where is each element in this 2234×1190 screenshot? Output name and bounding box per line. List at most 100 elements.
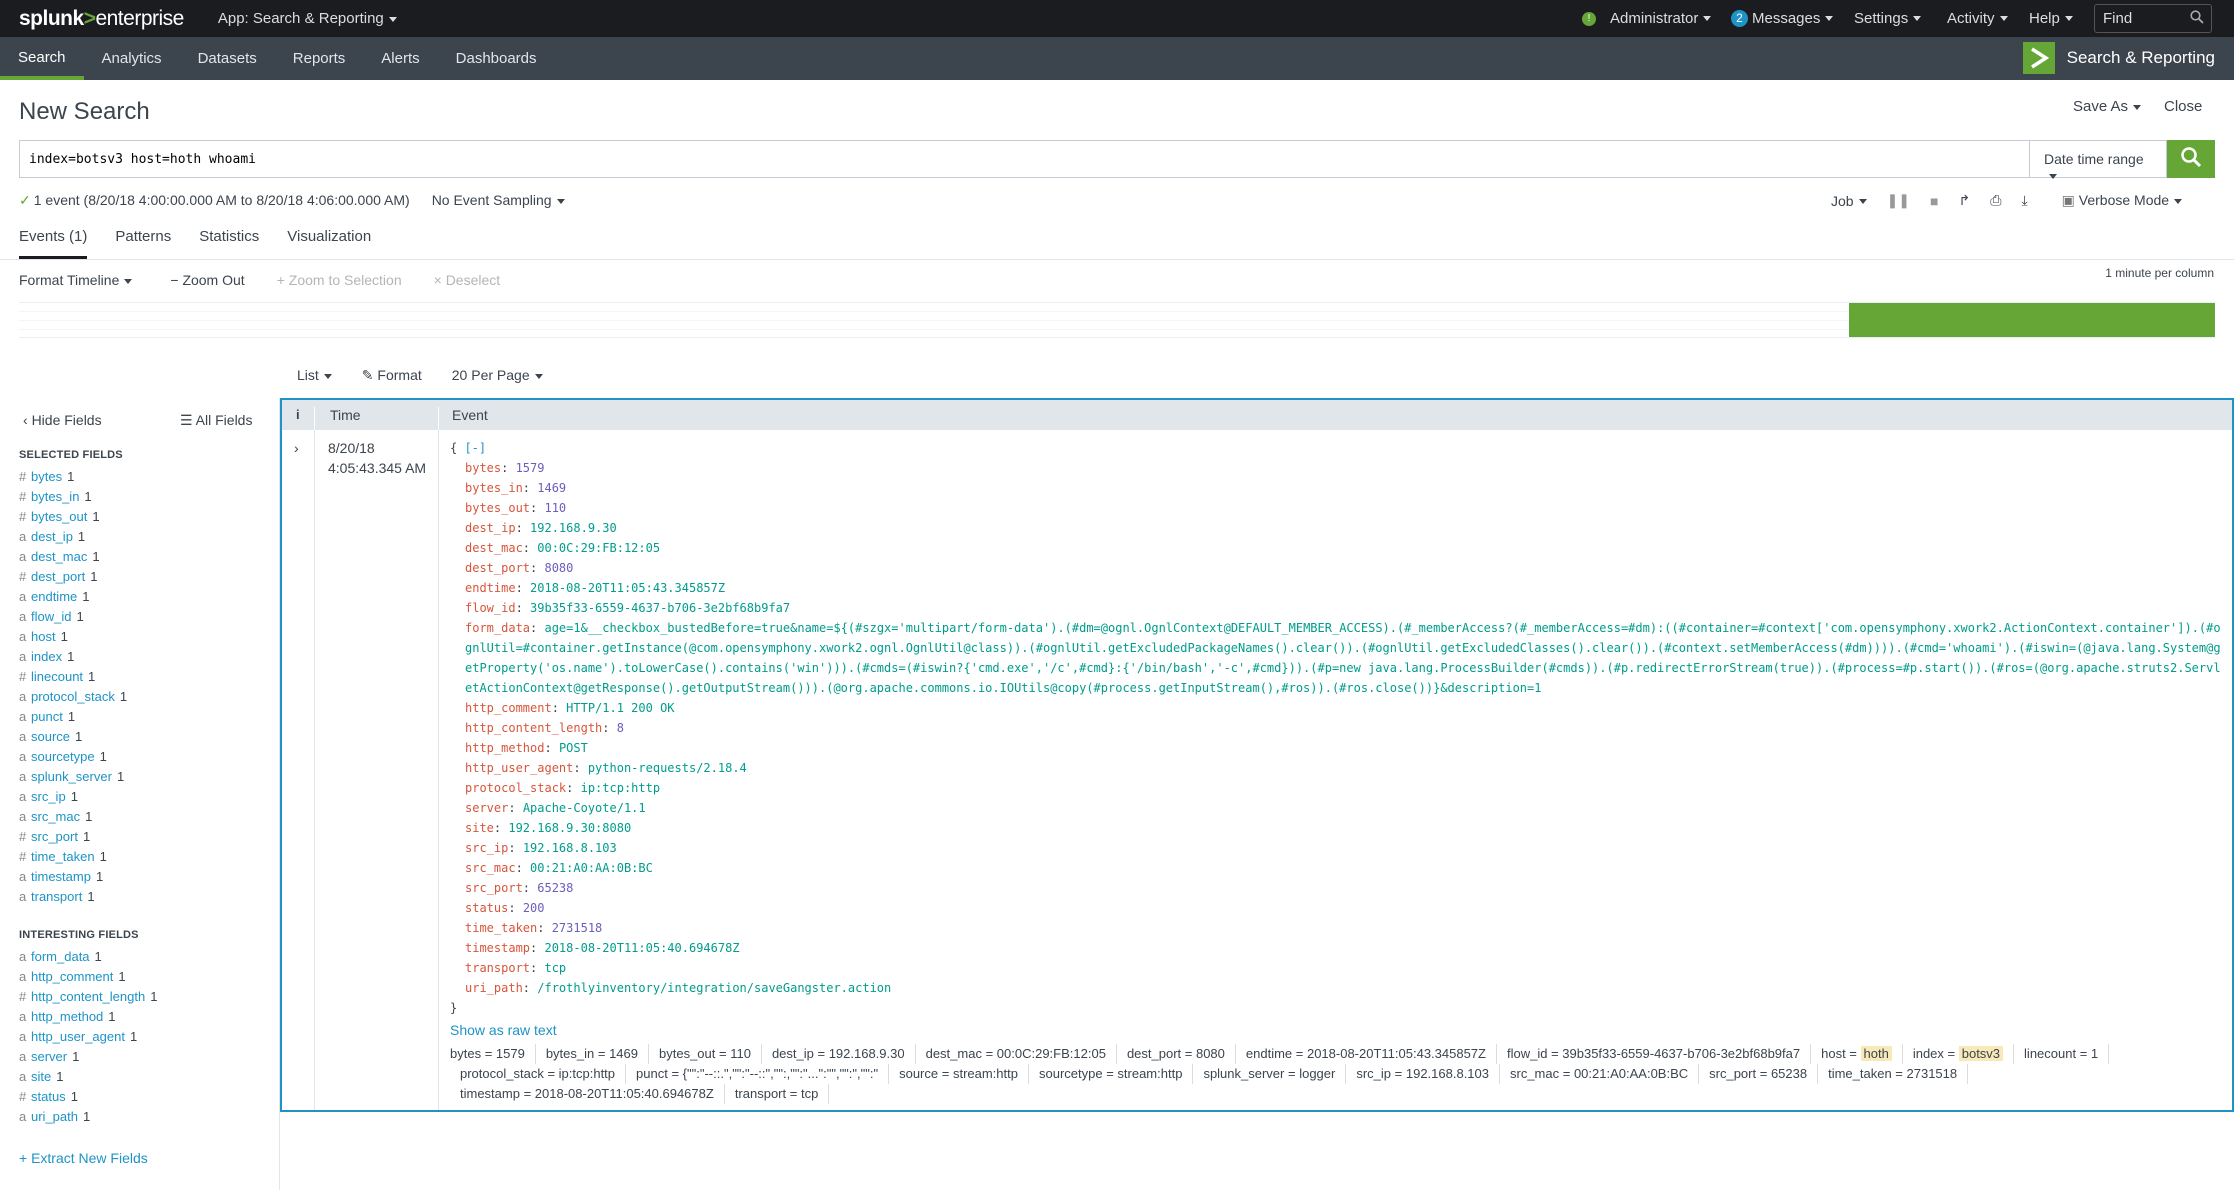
field-pair-endtime[interactable]: endtime = 2018-08-20T11:05:43.345857Z — [1236, 1044, 1497, 1064]
time-column-header[interactable]: Time — [330, 407, 361, 423]
per-page-menu[interactable]: 20 Per Page — [452, 367, 543, 384]
field-value[interactable]: {"":"--::.","":"--::","":,"":"...":"",""… — [683, 1066, 878, 1081]
json-value[interactable]: python-requests/2.18.4 — [588, 761, 747, 775]
json-value[interactable]: 8 — [617, 721, 624, 735]
field-value[interactable]: logger — [1299, 1066, 1335, 1081]
tab-patterns[interactable]: Patterns — [115, 228, 171, 259]
sidebar-field-bytes_in[interactable]: # bytes_in 1 — [19, 487, 269, 507]
field-value[interactable]: 65238 — [1771, 1066, 1807, 1081]
json-key[interactable]: time_taken — [465, 921, 537, 935]
sidebar-field-src_mac[interactable]: a src_mac 1 — [19, 807, 269, 827]
sidebar-field-splunk_server[interactable]: a splunk_server 1 — [19, 767, 269, 787]
sidebar-field-status[interactable]: # status 1 — [19, 1087, 269, 1107]
json-value[interactable]: 8080 — [544, 561, 573, 575]
user-menu[interactable]: ! Administrator — [1582, 0, 1712, 37]
json-key[interactable]: timestamp — [465, 941, 530, 955]
time-range-picker[interactable]: Date time range — [2029, 140, 2167, 179]
field-value[interactable]: 00:21:A0:AA:0B:BC — [1574, 1066, 1688, 1081]
field-value[interactable]: hoth — [1860, 1046, 1892, 1061]
json-value[interactable]: 39b35f33-6559-4637-b706-3e2bf68b9fa7 — [530, 601, 790, 615]
pause-icon[interactable]: ❚❚ — [1887, 192, 1910, 209]
field-pair-punct[interactable]: punct = {"":"--::.","":"--::","":,"":"..… — [626, 1064, 890, 1084]
timeline-bar[interactable] — [1849, 303, 2215, 337]
field-pair-src_ip[interactable]: src_ip = 192.168.8.103 — [1346, 1064, 1500, 1084]
json-key[interactable]: http_method — [465, 741, 544, 755]
json-key[interactable]: form_data — [465, 621, 530, 635]
json-key[interactable]: src_ip — [465, 841, 508, 855]
event-sampling-menu[interactable]: No Event Sampling — [432, 192, 565, 209]
format-timeline-menu[interactable]: Format Timeline — [19, 272, 133, 288]
tab-visualization[interactable]: Visualization — [287, 228, 371, 259]
json-key[interactable]: bytes_in — [465, 481, 523, 495]
tab-datasets[interactable]: Datasets — [180, 37, 275, 80]
collapse-json-button[interactable]: [-] — [464, 441, 486, 455]
field-value[interactable]: 2018-08-20T11:05:43.345857Z — [1307, 1046, 1486, 1061]
app-title[interactable]: Search & Reporting — [2022, 42, 2215, 74]
sidebar-field-sourcetype[interactable]: a sourcetype 1 — [19, 747, 269, 767]
field-pair-time_taken[interactable]: time_taken = 2731518 — [1818, 1064, 1969, 1084]
messages-menu[interactable]: 2 Messages — [1731, 0, 1834, 37]
sidebar-field-dest_mac[interactable]: a dest_mac 1 — [19, 547, 269, 567]
json-key[interactable]: bytes_out — [465, 501, 530, 515]
zoom-to-selection-button[interactable]: + Zoom to Selection — [277, 272, 402, 288]
sidebar-field-src_ip[interactable]: a src_ip 1 — [19, 787, 269, 807]
json-value[interactable]: 192.168.8.103 — [523, 841, 617, 855]
sidebar-field-http_method[interactable]: a http_method 1 — [19, 1007, 269, 1027]
tab-statistics[interactable]: Statistics — [199, 228, 259, 259]
tab-reports[interactable]: Reports — [275, 37, 364, 80]
sidebar-field-source[interactable]: a source 1 — [19, 727, 269, 747]
search-mode-menu[interactable]: ▣ Verbose Mode — [2062, 192, 2183, 209]
field-value[interactable]: 192.168.8.103 — [1406, 1066, 1489, 1081]
sidebar-field-transport[interactable]: a transport 1 — [19, 887, 269, 907]
json-key[interactable]: dest_port — [465, 561, 530, 575]
json-key[interactable]: server — [465, 801, 508, 815]
sidebar-field-form_data[interactable]: a form_data 1 — [19, 947, 269, 967]
field-value[interactable]: 39b35f33-6559-4637-b706-3e2bf68b9fa7 — [1562, 1046, 1800, 1061]
json-value[interactable]: 192.168.9.30:8080 — [508, 821, 631, 835]
sidebar-field-bytes[interactable]: # bytes 1 — [19, 467, 269, 487]
field-pair-bytes_out[interactable]: bytes_out = 110 — [649, 1044, 762, 1064]
field-pair-src_port[interactable]: src_port = 65238 — [1699, 1064, 1819, 1084]
field-pair-linecount[interactable]: linecount = 1 — [2014, 1044, 2110, 1064]
splunk-logo[interactable]: splunk>enterprise — [19, 7, 184, 31]
format-button[interactable]: ✎ Format — [362, 367, 422, 384]
sidebar-field-protocol_stack[interactable]: a protocol_stack 1 — [19, 687, 269, 707]
json-key[interactable]: src_port — [465, 881, 523, 895]
deselect-button[interactable]: × Deselect — [434, 272, 501, 288]
field-value[interactable]: 1 — [2091, 1046, 2098, 1061]
field-value[interactable]: 2731518 — [1907, 1066, 1958, 1081]
show-raw-text-link[interactable]: Show as raw text — [450, 1020, 2226, 1040]
field-value[interactable]: stream:http — [953, 1066, 1018, 1081]
json-key[interactable]: dest_ip — [465, 521, 516, 535]
tab-dashboards[interactable]: Dashboards — [438, 37, 555, 80]
field-value[interactable]: 1579 — [496, 1046, 525, 1061]
json-key[interactable]: status — [465, 901, 508, 915]
json-value[interactable]: 65238 — [537, 881, 573, 895]
search-button[interactable] — [2167, 140, 2215, 178]
tab-alerts[interactable]: Alerts — [363, 37, 437, 80]
sidebar-field-http_content_length[interactable]: # http_content_length 1 — [19, 987, 269, 1007]
app-menu[interactable]: App: Search & Reporting — [218, 10, 397, 27]
sidebar-field-host[interactable]: a host 1 — [19, 627, 269, 647]
json-value[interactable]: Apache-Coyote/1.1 — [523, 801, 646, 815]
json-value[interactable]: POST — [559, 741, 588, 755]
field-pair-host[interactable]: host = hoth — [1811, 1044, 1903, 1064]
json-value[interactable]: 192.168.9.30 — [530, 521, 617, 535]
json-key[interactable]: flow_id — [465, 601, 516, 615]
field-value[interactable]: botsv3 — [1958, 1046, 2004, 1061]
json-value[interactable]: age=1&__checkbox_bustedBefore=true&name=… — [465, 621, 2221, 695]
json-key[interactable]: dest_mac — [465, 541, 523, 555]
sidebar-field-time_taken[interactable]: # time_taken 1 — [19, 847, 269, 867]
field-value[interactable]: ip:tcp:http — [559, 1066, 615, 1081]
field-value[interactable]: 192.168.9.30 — [829, 1046, 905, 1061]
stop-icon[interactable]: ■ — [1930, 193, 1938, 209]
field-pair-sourcetype[interactable]: sourcetype = stream:http — [1029, 1064, 1194, 1084]
sidebar-field-src_port[interactable]: # src_port 1 — [19, 827, 269, 847]
json-value[interactable]: tcp — [544, 961, 566, 975]
field-pair-dest_mac[interactable]: dest_mac = 00:0C:29:FB:12:05 — [916, 1044, 1117, 1064]
json-key[interactable]: endtime — [465, 581, 516, 595]
activity-menu[interactable]: Activity — [1947, 0, 2008, 37]
tab-events[interactable]: Events (1) — [19, 228, 88, 259]
settings-menu[interactable]: Settings — [1854, 0, 1922, 37]
sidebar-field-flow_id[interactable]: a flow_id 1 — [19, 607, 269, 627]
